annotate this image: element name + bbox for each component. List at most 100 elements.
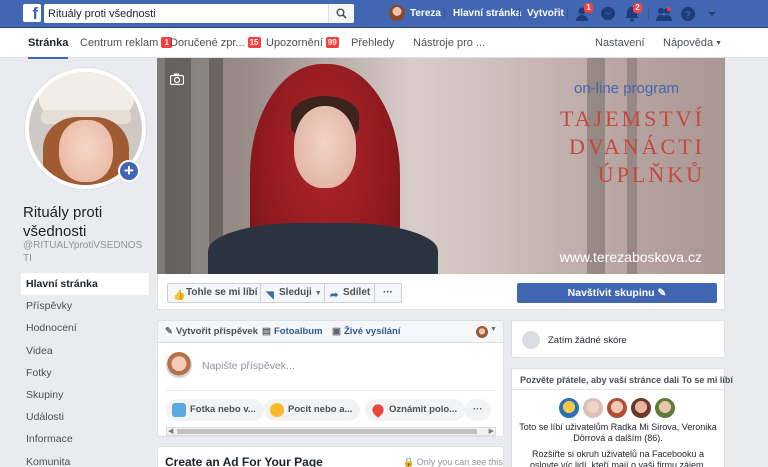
post-text-input[interactable]: Napište příspěvek... <box>202 360 295 372</box>
avatar[interactable] <box>582 397 604 419</box>
help-community-icon[interactable] <box>655 6 673 22</box>
sidebar-item-videos[interactable]: Videa <box>21 340 149 362</box>
tab-label: Vytvořit příspěvek <box>175 326 258 337</box>
cover-woman-face <box>294 106 356 188</box>
friend-requests-badge: 1 <box>584 3 593 13</box>
tab-label: Nastavení <box>595 37 645 49</box>
like-button-label: Tohle se mi líbí <box>186 287 258 298</box>
follow-button-label: Sleduji <box>279 287 312 298</box>
cover-title: TAJEMSTVÍ DVANÁCTI ÚPLŇKŮ <box>505 105 705 189</box>
share-arrow-icon: ➦ <box>330 290 339 301</box>
friends-like-text: Toto se líbí uživatelům Radka Mi Sirova,… <box>519 422 717 443</box>
follow-button[interactable]: ◥ Sleduji ▼ <box>260 283 329 303</box>
scroll-right-arrow-icon[interactable]: ▶ <box>489 427 494 435</box>
posting-as-avatar[interactable] <box>476 326 488 338</box>
avatar[interactable] <box>558 397 580 419</box>
page-score-card: Zatím žádné skóre <box>511 320 725 358</box>
composer-divider <box>166 390 496 391</box>
profile-link[interactable]: Tereza <box>410 0 441 28</box>
sidebar-item-events[interactable]: Události <box>21 406 149 428</box>
speech-bubble-icon <box>522 331 540 349</box>
cover-website-url: www.terezaboskova.cz <box>559 249 702 265</box>
create-ad-box: Create an Ad For Your Page 🔒 Only you ca… <box>157 446 504 467</box>
cover-title-line: TAJEMSTVÍ <box>559 106 705 131</box>
sidebar-item-posts[interactable]: Příspěvky <box>21 295 149 317</box>
tab-label: Živé vysílání <box>343 326 401 337</box>
pill-label: Pocit nebo a... <box>288 404 353 415</box>
avatar[interactable] <box>606 397 628 419</box>
help-question-icon[interactable]: ? <box>679 6 697 22</box>
page-username[interactable]: @RITUALYprotiVSEDNOSTI <box>23 239 148 265</box>
avatar[interactable] <box>630 397 652 419</box>
chevron-down-icon: ▼ <box>314 290 322 297</box>
thumbs-up-icon: 👍 <box>173 290 186 301</box>
user-avatar[interactable] <box>389 5 405 21</box>
facebook-logo-icon[interactable]: f <box>23 4 41 22</box>
cover-title-line: DVANÁCTI <box>568 134 705 159</box>
share-button[interactable]: ➦ Sdílet <box>324 283 378 303</box>
sidebar-item-home[interactable]: Hlavní stránka <box>21 273 149 295</box>
tab-label: Nápověda <box>663 37 714 49</box>
notifications-badge: 2 <box>633 3 642 13</box>
top-navigation-bar: f Tereza Hlavní stránka Vytvořit 1 2 ? <box>0 0 768 28</box>
camera-icon[interactable] <box>170 73 184 85</box>
share-button-label: Sdílet <box>343 287 371 298</box>
photo-video-button[interactable]: Fotka nebo v... <box>166 399 264 421</box>
tab-badge: 15 <box>247 37 261 48</box>
tab-insights[interactable]: Přehledy <box>351 28 394 58</box>
tab-live-video[interactable]: ▣ Živé vysílání <box>332 321 401 343</box>
messenger-icon[interactable] <box>599 6 617 22</box>
sidebar-item-groups[interactable]: Skupiny <box>21 384 149 406</box>
tab-create-post[interactable]: ✎ Vytvořit příspěvek <box>165 321 258 343</box>
visit-group-label: Navštívit skupinu <box>567 287 655 299</box>
visibility-note-text: Only you can see this <box>416 457 503 467</box>
tab-page[interactable]: Stránka <box>28 28 69 59</box>
avatar[interactable] <box>654 397 676 419</box>
smiley-icon <box>270 403 284 417</box>
more-options-button[interactable]: ··· <box>374 283 402 303</box>
create-ad-title[interactable]: Create an Ad For Your Page <box>165 455 323 467</box>
cover-title-line: ÚPLŇKŮ <box>597 162 705 187</box>
check-in-button[interactable]: Oznámit polo... <box>365 399 466 421</box>
create-link[interactable]: Vytvořit <box>527 0 564 28</box>
tab-settings[interactable]: Nastavení <box>595 28 645 58</box>
tab-publishing-tools[interactable]: Nástroje pro ... <box>413 28 485 58</box>
tab-photo-album[interactable]: ▤ Fotoalbum <box>262 321 323 343</box>
horizontal-scrollbar[interactable]: ◀ ▶ <box>166 427 496 436</box>
visit-group-button[interactable]: Navštívit skupinu ✎ <box>517 283 717 303</box>
composer-avatar <box>166 352 192 378</box>
account-menu-chevron-down-icon[interactable] <box>703 6 721 22</box>
add-photo-plus-icon[interactable]: + <box>118 160 140 182</box>
page-admin-tabs: Stránka Centrum reklam 1 Doručené zpr... 1… <box>0 28 768 59</box>
search-input[interactable] <box>48 5 328 22</box>
scroll-left-arrow-icon[interactable]: ◀ <box>168 427 173 435</box>
sidebar-item-reviews[interactable]: Hodnocení <box>21 317 149 339</box>
friend-avatars <box>558 397 688 419</box>
tab-label: Upozornění <box>266 37 323 49</box>
search-button[interactable] <box>328 4 354 23</box>
scrollbar-thumb[interactable] <box>177 429 477 434</box>
chevron-down-icon[interactable]: ▼ <box>490 326 497 333</box>
invite-friends-title[interactable]: Pozvěte přátele, aby vaší stránce dali T… <box>520 375 733 385</box>
tab-notifications[interactable]: Upozornění 99 <box>266 28 339 58</box>
tab-label: Fotoalbum <box>273 326 323 337</box>
sidebar-item-photos[interactable]: Fotky <box>21 362 149 384</box>
photo-album-icon: ▤ <box>262 326 271 337</box>
post-composer: ✎ Vytvořit příspěvek ▤ Fotoalbum ▣ Živé vys… <box>157 320 504 437</box>
tab-badge: 99 <box>325 37 339 48</box>
tab-help[interactable]: Nápověda ▼ <box>663 28 722 58</box>
sidebar-item-about[interactable]: Informace <box>21 428 149 450</box>
feeling-activity-button[interactable]: Pocit nebo a... <box>264 399 361 421</box>
pencil-icon: ✎ <box>165 326 173 337</box>
like-button[interactable]: 👍Tohle se mi líbí▼ <box>167 283 275 303</box>
home-link[interactable]: Hlavní stránka <box>453 0 521 28</box>
tab-inbox[interactable]: Doručené zpr... 15 <box>170 28 261 58</box>
nav-divider <box>567 8 568 20</box>
more-composer-options-button[interactable]: ··· <box>465 399 491 421</box>
tab-ad-center[interactable]: Centrum reklam 1 <box>80 28 173 58</box>
tree-trunk <box>165 58 191 274</box>
search-box <box>44 4 354 23</box>
page-name: Rituály proti všednosti <box>23 204 103 240</box>
sidebar-item-community[interactable]: Komunita <box>21 451 149 467</box>
reach-more-text: Rozšiřte si okruh uživatelů na Facebooku… <box>529 449 707 467</box>
